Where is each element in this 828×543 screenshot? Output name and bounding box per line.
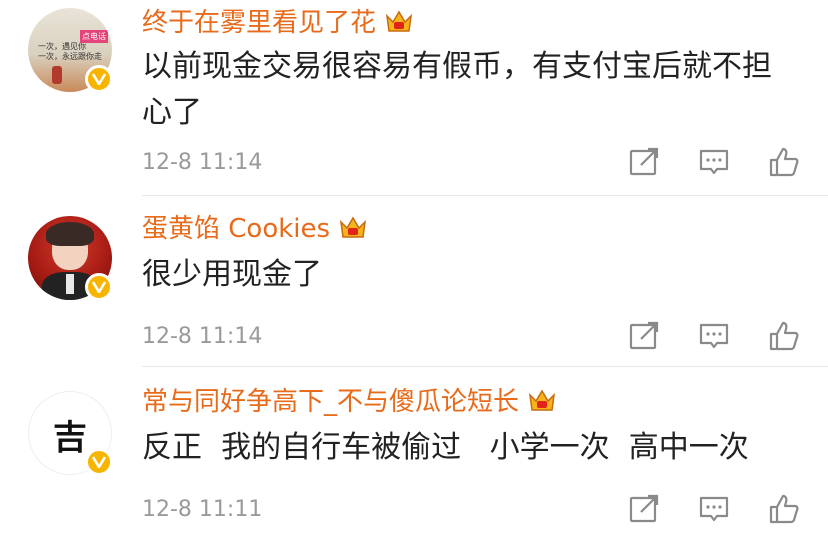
timestamp: 12-8 11:14 <box>142 324 263 349</box>
comment-text: 反正 我的自行车被偷过 小学一次 高中一次 <box>142 430 749 465</box>
verified-icon <box>85 448 113 476</box>
timestamp: 12-8 11:11 <box>142 497 263 522</box>
avatar-tag: 点电话 <box>80 30 108 43</box>
comment-item: 蛋黄馅 Cookies 很少用现金了 12-8 11:14 <box>0 196 828 368</box>
verified-icon <box>85 273 113 301</box>
avatar-caption-2: 一次，永远跟你走 <box>38 52 102 61</box>
comment-text: 很少用现金了 <box>142 257 322 292</box>
comment-icon[interactable] <box>698 146 730 178</box>
avatar-caption-1: 一次，遇见你 <box>38 42 86 51</box>
avatar[interactable] <box>28 216 113 301</box>
username[interactable]: 终于在雾里看见了花 <box>142 2 376 39</box>
verified-icon <box>85 65 113 93</box>
comment-item: 吉 常与同好争高下_不与傻瓜论短长 反正 我的自行车被偷过 小学一次 高中一次 … <box>0 367 828 543</box>
timestamp: 12-8 11:14 <box>142 150 263 175</box>
comment-text: 以前现金交易很容易有假币，有支付宝后就不担心了 <box>142 49 772 130</box>
vip-crown-icon <box>384 7 414 35</box>
like-icon[interactable] <box>768 320 800 352</box>
share-icon[interactable] <box>628 320 660 352</box>
avatar[interactable]: 吉 <box>28 391 113 476</box>
username[interactable]: 蛋黄馅 Cookies <box>142 208 330 245</box>
vip-crown-icon <box>527 386 557 414</box>
avatar[interactable]: 一次，遇见你 一次，永远跟你走 点电话 <box>28 8 113 93</box>
like-icon[interactable] <box>768 493 800 525</box>
username[interactable]: 常与同好争高下_不与傻瓜论短长 <box>142 381 519 418</box>
share-icon[interactable] <box>628 146 660 178</box>
share-icon[interactable] <box>628 493 660 525</box>
like-icon[interactable] <box>768 146 800 178</box>
comment-icon[interactable] <box>698 320 730 352</box>
comment-item: 一次，遇见你 一次，永远跟你走 点电话 终于在雾里看见了花 以前现金交易很容易有… <box>0 0 828 196</box>
comment-icon[interactable] <box>698 493 730 525</box>
vip-crown-icon <box>338 213 368 241</box>
